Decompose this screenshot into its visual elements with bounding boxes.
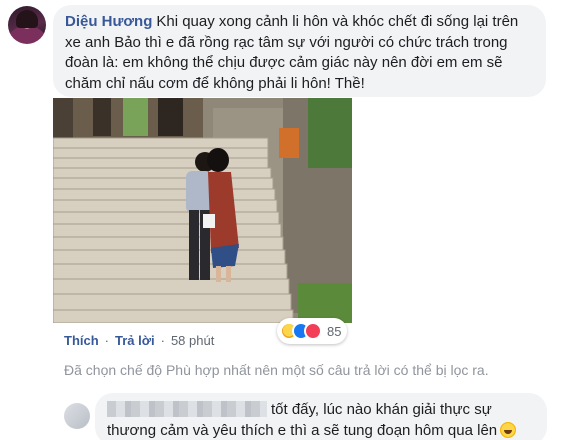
comment-actions: Thích · Trả lời · 58 phút (64, 333, 214, 348)
love-icon (304, 322, 322, 340)
reply-avatar[interactable] (64, 403, 90, 429)
separator: · (104, 333, 110, 348)
comment-thread: Diệu Hương Khi quay xong cảnh li hôn và k… (0, 0, 564, 440)
comment-timestamp[interactable]: 58 phút (171, 333, 214, 348)
reaction-summary[interactable]: 85 (277, 318, 348, 344)
reply-button[interactable]: Trả lời (115, 333, 155, 348)
avatar[interactable] (8, 6, 46, 44)
comment-bubble: Diệu Hương Khi quay xong cảnh li hôn và k… (53, 5, 546, 97)
separator: · (160, 333, 165, 348)
filter-notice: Đã chọn chế độ Phù hợp nhất nên một số c… (64, 362, 489, 378)
censored-author-name (107, 401, 267, 417)
smile-emoji-icon (500, 422, 517, 438)
reply-bubble: tốt đấy, lúc nào khán giải thực sự thươn… (95, 393, 547, 440)
comment-photo[interactable] (53, 98, 352, 323)
reaction-count: 85 (327, 323, 342, 339)
comment-author[interactable]: Diệu Hương (65, 13, 152, 30)
like-button[interactable]: Thích (64, 333, 99, 348)
